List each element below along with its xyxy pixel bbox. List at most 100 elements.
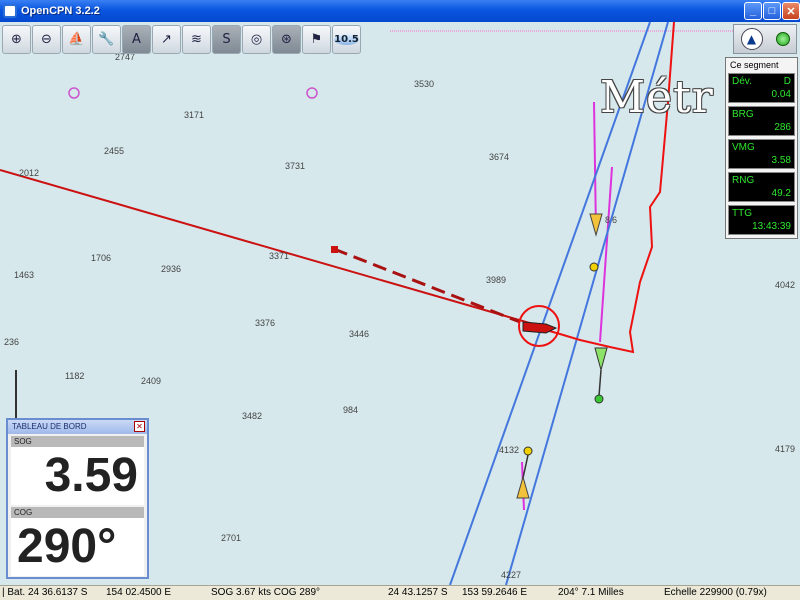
depth-sounding: 3989 — [486, 275, 507, 285]
ais-icon: ⊛ — [281, 32, 292, 47]
tide-button[interactable]: ⚑ — [302, 25, 331, 54]
route-field-value: 13:43:39 — [752, 221, 791, 232]
depth-sounding: 3171 — [184, 110, 205, 120]
zoom-out-icon: ⊖ — [41, 32, 52, 47]
window-title: OpenCPN 3.2.2 — [21, 5, 100, 17]
title-bar: OpenCPN 3.2.2 _ □ ✕ — [0, 0, 800, 22]
waypoint-circle[interactable] — [594, 394, 604, 404]
route-field-label: TTG — [732, 208, 752, 219]
compass-widget[interactable]: ▲ — [733, 24, 797, 54]
minimize-button[interactable]: _ — [744, 2, 762, 20]
depth-sounding: 4227 — [501, 570, 522, 580]
boat-icon: ⛵ — [68, 32, 85, 47]
compass-icon: ▲ — [740, 28, 763, 50]
route-field-xte: Dév. D 0.04 — [728, 73, 795, 103]
sog-caption: SOG — [11, 436, 144, 447]
route-manager-button[interactable]: ↗ — [152, 25, 181, 54]
route-field-ttg: TTG 13:43:39 — [728, 205, 795, 235]
tracks-icon: ≋ — [191, 32, 202, 47]
ais-button[interactable]: ⊛ — [272, 25, 301, 54]
text-tool-icon: A — [132, 32, 141, 47]
route-field-label: Dév. — [732, 76, 752, 87]
status-sog-cog: SOG 3.67 kts COG 289° — [211, 587, 321, 598]
close-icon[interactable]: ✕ — [134, 421, 145, 432]
waypoint-stem — [598, 369, 602, 397]
main-toolbar: ⊕ ⊖ ⛵ 🔧 A ↗ ≋ S ◎ ⊛ ⚑ 10.5 — [2, 25, 361, 57]
depth-sounding: 236 — [4, 337, 20, 347]
zoom-in-button[interactable]: ⊕ — [2, 25, 31, 54]
dashboard-header: TABLEAU DE BORD ✕ — [8, 420, 147, 434]
settings-button[interactable]: 🔧 — [92, 25, 121, 54]
waypoint-circle[interactable] — [589, 262, 599, 272]
depth-sounding: 2409 — [141, 376, 162, 386]
route-field-value: 49.2 — [771, 188, 791, 199]
tide-icon: ⚑ — [310, 32, 323, 47]
route-field-value: 3.58 — [771, 155, 791, 166]
depth-sounding: 984 — [343, 405, 359, 415]
predictor-end-marker — [331, 246, 338, 253]
zoom-in-icon: ⊕ — [11, 32, 22, 47]
route-field-label: RNG — [732, 175, 755, 186]
route-draw-button[interactable]: S — [212, 25, 241, 54]
status-cursor-lon: 153 59.2646 E — [462, 587, 528, 598]
status-cursor-lat: 24 43.1257 S — [388, 587, 448, 598]
route-field-unit: D — [783, 76, 791, 87]
depth-sounding: 3376 — [255, 318, 276, 328]
depth-sounding: 2455 — [104, 146, 125, 156]
route-field-brg: BRG 286 — [728, 106, 795, 136]
waypoint-marker[interactable] — [589, 213, 603, 237]
zoom-level-button[interactable]: 10.5 — [332, 25, 361, 54]
gps-status-icon — [775, 32, 790, 46]
place-label: Métr — [600, 72, 714, 123]
zoom-level-label: 10.5 — [334, 34, 359, 45]
depth-sounding: 3446 — [349, 329, 370, 339]
depth-sounding: 3530 — [414, 79, 435, 89]
depth-sounding: 3371 — [269, 251, 290, 261]
route-console: Ce segment Dév. D 0.04 BRG 286 VMG 3.58 … — [725, 57, 798, 239]
route-draw-icon: S — [222, 32, 231, 47]
route-field-vmg: VMG 3.58 — [728, 139, 795, 169]
depth-sounding: 2936 — [161, 264, 182, 274]
depth-sounding: 3731 — [285, 161, 306, 171]
route-field-rng: RNG 49.2 — [728, 172, 795, 202]
tracks-button[interactable]: ≋ — [182, 25, 211, 54]
hazard-icon — [68, 87, 80, 99]
depth-sounding: 3674 — [489, 152, 510, 162]
hazard-icon — [306, 87, 318, 99]
sog-value: 3.59 — [11, 447, 144, 505]
depth-sounding: 1182 — [65, 371, 85, 381]
route-manager-icon: ↗ — [161, 32, 172, 47]
cog-value: 290° — [11, 518, 144, 576]
depth-sounding: 1463 — [14, 270, 35, 280]
route-field-label: BRG — [732, 109, 754, 120]
status-latitude: | Bat. 24 36.6137 S — [2, 587, 88, 598]
follow-boat-button[interactable]: ⛵ — [62, 25, 91, 54]
depth-sounding: 3482 — [242, 411, 263, 421]
cog-caption: COG — [11, 507, 144, 518]
route-field-label: VMG — [732, 142, 755, 153]
waypoint-circle[interactable] — [523, 446, 533, 456]
depth-sounding: 4179 — [775, 444, 796, 454]
zoom-out-button[interactable]: ⊖ — [32, 25, 61, 54]
heading-line — [0, 169, 541, 327]
mob-button[interactable]: ◎ — [242, 25, 271, 54]
depth-sounding: 2012 — [19, 168, 40, 178]
depth-sounding: 4132 — [499, 445, 520, 455]
depth-sounding: 8 — [605, 215, 611, 225]
status-bearing-distance: 204° 7.1 Milles — [558, 587, 624, 598]
text-tool-button[interactable]: A — [122, 25, 151, 54]
maximize-button[interactable]: □ — [763, 2, 781, 20]
dashboard-title: TABLEAU DE BORD — [12, 422, 87, 431]
close-button[interactable]: ✕ — [782, 2, 800, 20]
depth-sounding: 4042 — [775, 280, 796, 290]
dashboard-panel[interactable]: TABLEAU DE BORD ✕ SOG 3.59 COG 290° — [6, 418, 149, 579]
route-field-value: 286 — [774, 122, 791, 133]
route-field-value: 0.04 — [771, 89, 791, 100]
route-console-title: Ce segment — [730, 60, 779, 70]
status-longitude: 154 02.4500 E — [106, 587, 172, 598]
app-icon — [3, 4, 17, 18]
waypoint-marker[interactable] — [516, 475, 530, 499]
depth-sounding: 1706 — [91, 253, 112, 263]
waypoint-marker[interactable] — [594, 347, 608, 372]
course-predictor-line — [333, 247, 521, 324]
